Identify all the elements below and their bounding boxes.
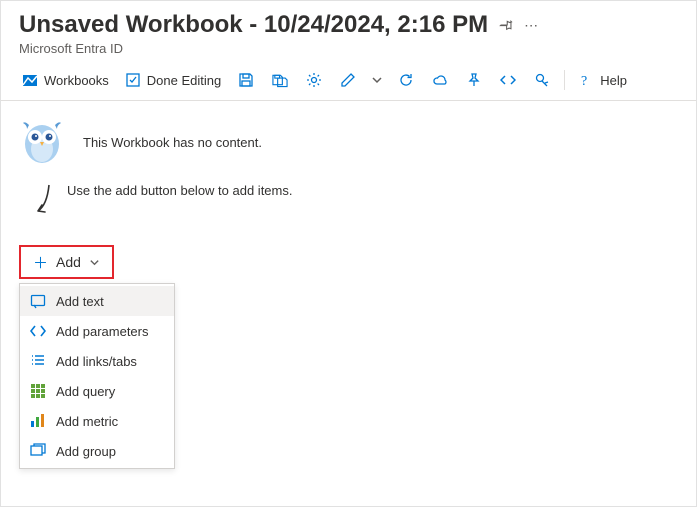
empty-message: This Workbook has no content. <box>83 135 262 150</box>
refresh-button[interactable] <box>392 66 420 94</box>
group-icon <box>30 443 46 459</box>
separator <box>564 70 565 90</box>
more-icon[interactable]: ⋯ <box>524 17 539 34</box>
workbooks-button[interactable]: Workbooks <box>17 66 114 94</box>
hint-text: Use the add button below to add items. <box>67 183 292 198</box>
pin-button[interactable] <box>460 66 488 94</box>
menu-item-label: Add metric <box>56 414 118 429</box>
help-button[interactable]: ? Help <box>573 66 632 94</box>
feedback-button[interactable] <box>528 66 556 94</box>
help-icon: ? <box>578 72 594 88</box>
add-button-label: Add <box>56 254 81 270</box>
add-menu: Add text Add parameters Add links/tabs A… <box>19 283 175 469</box>
pencil-icon <box>340 72 356 88</box>
svg-text:?: ? <box>581 74 587 88</box>
parameters-icon <box>30 323 46 339</box>
chevron-down-icon <box>89 257 100 268</box>
cloud-icon <box>432 72 448 88</box>
menu-item-label: Add group <box>56 444 116 459</box>
pin-icon[interactable] <box>498 17 514 33</box>
chevron-down-icon <box>369 72 385 88</box>
code-icon <box>500 72 516 88</box>
menu-item-add-query[interactable]: Add query <box>20 376 174 406</box>
menu-item-add-metric[interactable]: Add metric <box>20 406 174 436</box>
workbooks-label: Workbooks <box>44 73 109 88</box>
title-row: Unsaved Workbook - 10/24/2024, 2:16 PM ⋯ <box>19 11 678 39</box>
done-editing-label: Done Editing <box>147 73 221 88</box>
toolbar: Workbooks Done Editing ? Help <box>1 58 696 101</box>
page-title: Unsaved Workbook - 10/24/2024, 2:16 PM <box>19 11 488 39</box>
menu-item-label: Add text <box>56 294 104 309</box>
save-as-button[interactable] <box>266 66 294 94</box>
help-label: Help <box>600 73 627 88</box>
save-button[interactable] <box>232 66 260 94</box>
empty-state: This Workbook has no content. <box>19 119 678 165</box>
header: Unsaved Workbook - 10/24/2024, 2:16 PM ⋯… <box>1 1 696 58</box>
edit-dropdown[interactable] <box>368 66 386 94</box>
code-button[interactable] <box>494 66 522 94</box>
plus-icon: ＋ <box>33 252 48 273</box>
workbooks-icon <box>22 72 38 88</box>
menu-item-add-parameters[interactable]: Add parameters <box>20 316 174 346</box>
breadcrumb: Microsoft Entra ID <box>19 41 678 56</box>
done-editing-icon <box>125 72 141 88</box>
add-button-wrap: ＋ Add Add text Add parameters <box>19 245 678 469</box>
text-icon <box>30 293 46 309</box>
menu-item-label: Add parameters <box>56 324 149 339</box>
owl-icon <box>19 119 65 165</box>
done-editing-button[interactable]: Done Editing <box>120 66 226 94</box>
content: This Workbook has no content. Use the ad… <box>1 101 696 469</box>
feedback-icon <box>534 72 550 88</box>
metric-icon <box>30 413 46 429</box>
arrow-icon <box>33 183 53 219</box>
gear-icon <box>306 72 322 88</box>
refresh-icon <box>398 72 414 88</box>
pushpin-icon <box>466 72 482 88</box>
menu-item-add-group[interactable]: Add group <box>20 436 174 466</box>
add-button[interactable]: ＋ Add <box>19 245 114 279</box>
menu-item-add-links[interactable]: Add links/tabs <box>20 346 174 376</box>
edit-button[interactable] <box>334 66 362 94</box>
cloud-button[interactable] <box>426 66 454 94</box>
menu-item-label: Add links/tabs <box>56 354 137 369</box>
query-icon <box>30 383 46 399</box>
menu-item-label: Add query <box>56 384 115 399</box>
list-icon <box>30 353 46 369</box>
menu-item-add-text[interactable]: Add text <box>20 286 174 316</box>
hint-row: Use the add button below to add items. <box>19 183 678 219</box>
save-as-icon <box>272 72 288 88</box>
save-icon <box>238 72 254 88</box>
settings-button[interactable] <box>300 66 328 94</box>
